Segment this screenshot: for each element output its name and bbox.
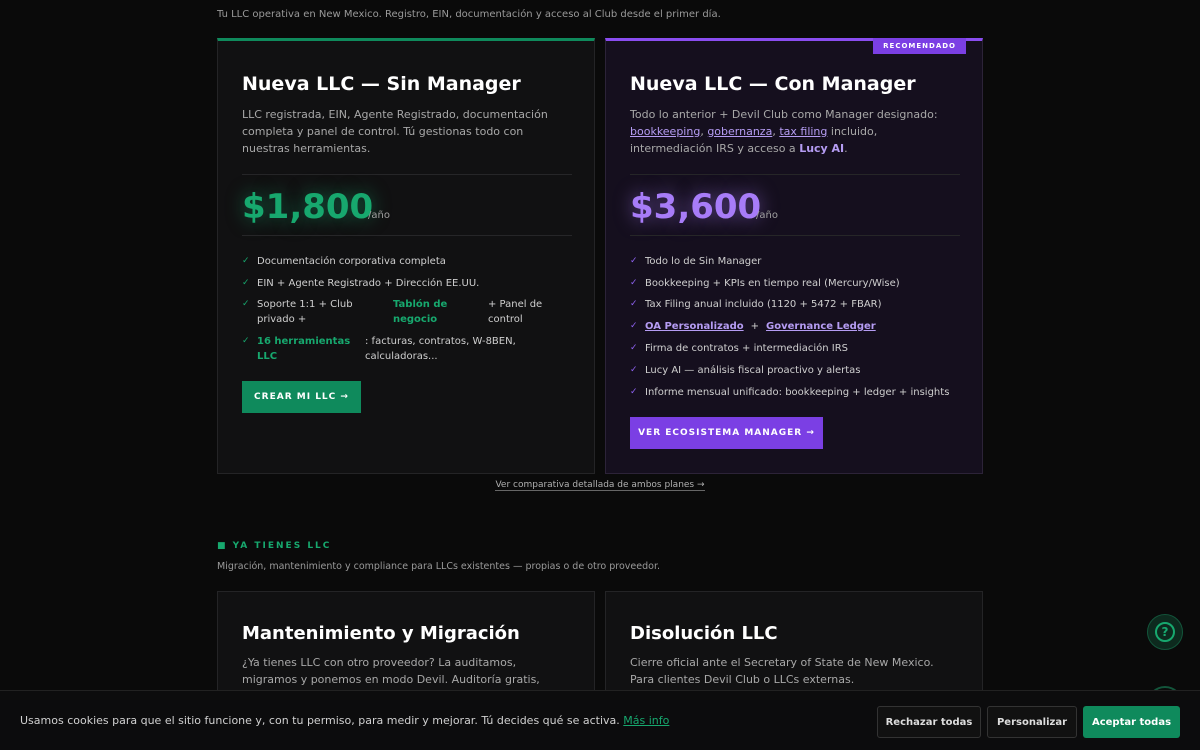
card-title: Disolución LLC <box>630 623 778 644</box>
plan-title: Nueva LLC — Sin Manager <box>242 73 521 95</box>
customize-cookies-button[interactable]: Personalizar <box>987 706 1077 738</box>
governance-ledger-link[interactable]: Governance Ledger <box>766 319 876 334</box>
feature-item: ✓ EIN + Agente Registrado + Dirección EE… <box>242 278 480 289</box>
recommended-badge: RECOMENDADO <box>873 38 966 54</box>
cookie-text: Usamos cookies para que el sitio funcion… <box>20 714 670 727</box>
feature-item: ✓ Firma de contratos + intermediación IRS <box>630 343 848 354</box>
feature-item: ✓ Informe mensual unificado: bookkeeping … <box>630 387 950 398</box>
oa-link[interactable]: OA Personalizado <box>645 319 744 334</box>
ver-ecosistema-button[interactable]: VER ECOSISTEMA MANAGER → <box>630 417 823 449</box>
check-icon: ✓ <box>630 256 638 266</box>
feature-item: ✓ Lucy AI — análisis fiscal proactivo y a… <box>630 365 861 376</box>
feature-item: ✓ OA Personalizado + Governance Ledger <box>630 319 876 334</box>
check-icon: ✓ <box>630 343 638 353</box>
divider <box>630 235 960 236</box>
check-icon: ✓ <box>630 387 638 397</box>
plan-description: Todo lo anterior + Devil Club como Manag… <box>630 108 938 155</box>
plan-card-sin-manager: Nueva LLC — Sin Manager LLC registrada, … <box>217 38 595 474</box>
bookkeeping-link[interactable]: bookkeeping <box>630 125 700 138</box>
lucy-ai-link[interactable]: Lucy AI <box>799 142 844 155</box>
feature-item: ✓ Tax Filing anual incluido (1120 + 5472 … <box>630 299 882 310</box>
feature-item: ✓ Soporte 1:1 + Club privado + Tablón de… <box>242 297 543 327</box>
section-tag: ■ YA TIENES LLC <box>217 541 332 551</box>
price-period: /año <box>368 210 390 221</box>
plan-card-con-manager: RECOMENDADO Nueva LLC — Con Manager Todo… <box>605 38 983 474</box>
tax-filing-link[interactable]: tax filing <box>779 125 827 138</box>
tablon-link[interactable]: Tablón de negocio <box>393 297 488 327</box>
plan-description: LLC registrada, EIN, Agente Registrado, … <box>242 108 548 155</box>
card-description: Cierre oficial ante el Secretary of Stat… <box>630 656 934 686</box>
card-title: Mantenimiento y Migración <box>242 623 520 644</box>
divider <box>630 174 960 175</box>
accept-cookies-button[interactable]: Aceptar todas <box>1083 706 1180 738</box>
feature-item: ✓ Documentación corporativa completa <box>242 256 446 267</box>
plan-price: $3,600 <box>630 187 762 227</box>
divider <box>242 235 572 236</box>
herramientas-link[interactable]: 16 herramientas LLC <box>257 334 365 364</box>
plan-title: Nueva LLC — Con Manager <box>630 73 916 95</box>
divider <box>242 174 572 175</box>
section-description: Migración, mantenimiento y compliance pa… <box>217 561 661 572</box>
feature-item: ✓ Todo lo de Sin Manager <box>630 256 762 267</box>
gobernanza-link[interactable]: gobernanza <box>707 125 772 138</box>
feature-item: ✓ 16 herramientas LLC : facturas, contra… <box>242 334 516 364</box>
plan-price: $1,800 <box>242 187 374 227</box>
check-icon: ✓ <box>630 365 638 375</box>
check-icon: ✓ <box>242 256 250 266</box>
check-icon: ✓ <box>630 321 638 331</box>
compare-plans-link[interactable]: Ver comparativa detallada de ambos plane… <box>0 480 1200 491</box>
check-icon: ✓ <box>242 299 250 309</box>
crear-llc-button[interactable]: CREAR MI LLC → <box>242 381 361 413</box>
cookie-banner: Usamos cookies para que el sitio funcion… <box>0 690 1200 750</box>
check-icon: ✓ <box>630 278 638 288</box>
intro-text: Tu LLC operativa en New Mexico. Registro… <box>217 9 721 20</box>
check-icon: ✓ <box>242 336 250 346</box>
help-icon: ? <box>1155 622 1175 642</box>
help-button[interactable]: ? <box>1147 614 1183 650</box>
feature-item: ✓ Bookkeeping + KPIs en tiempo real (Merc… <box>630 278 900 289</box>
cookie-more-info-link[interactable]: Más info <box>623 714 669 727</box>
check-icon: ✓ <box>242 278 250 288</box>
reject-cookies-button[interactable]: Rechazar todas <box>877 706 981 738</box>
price-period: /año <box>756 210 778 221</box>
check-icon: ✓ <box>630 299 638 309</box>
